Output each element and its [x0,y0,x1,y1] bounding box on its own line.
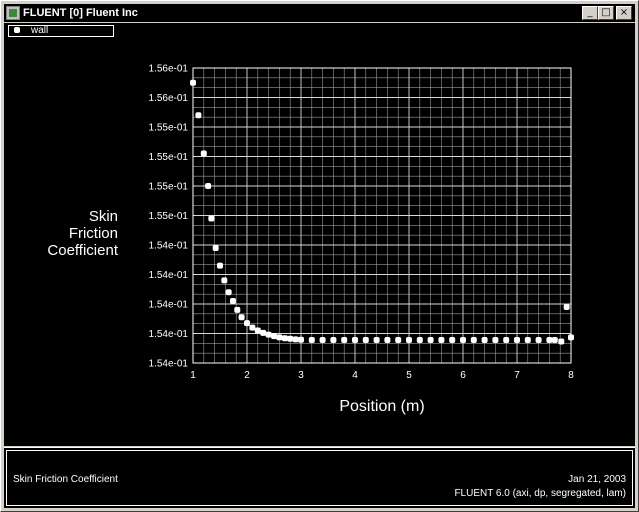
data-point [249,324,256,331]
minimize-button[interactable]: _ [582,6,598,20]
data-point [292,336,299,343]
data-point [319,336,326,343]
data-point [330,336,337,343]
data-point [524,336,531,343]
data-point [244,320,250,327]
y-axis-label: Skin [89,208,118,225]
data-point [208,215,215,222]
y-tick-label: 1.55e-01 [149,152,189,163]
data-point [395,336,402,343]
fluent-app-icon[interactable] [6,6,20,20]
title-bar[interactable]: FLUENT [0] Fluent Inc _ □ × [4,4,635,22]
data-point [460,336,466,343]
y-tick-label: 1.56e-01 [149,64,189,75]
data-point [481,336,488,343]
footer-plot-name: Skin Friction Coefficient [13,474,118,485]
data-point [551,336,558,343]
data-point [271,333,277,340]
x-axis-label: Position (m) [339,398,424,415]
y-tick-label: 1.54e-01 [149,329,189,340]
data-point [406,336,412,343]
data-point [260,329,267,336]
window-title: FLUENT [0] Fluent Inc [23,7,138,19]
x-tick-label: 3 [298,370,304,381]
data-point [535,336,542,343]
data-point [362,336,369,343]
y-tick-label: 1.54e-01 [149,270,189,281]
maximize-button[interactable]: □ [598,6,614,20]
data-point [200,150,207,157]
data-point [514,336,520,343]
data-point [492,336,499,343]
footer-panel: Skin Friction Coefficient Jan 21, 2003 F… [4,447,635,508]
data-point [308,336,315,343]
data-point [416,336,423,343]
data-point [427,336,434,343]
data-point [265,331,272,338]
close-button[interactable]: × [616,6,632,20]
footer-frame: Skin Friction Coefficient Jan 21, 2003 F… [6,450,633,506]
y-axis-label: Coefficient [47,242,118,259]
data-point [229,298,236,305]
data-point [217,262,223,269]
data-point [276,334,283,341]
data-point [384,336,391,343]
window-controls: _ □ × [582,6,632,20]
y-tick-label: 1.54e-01 [149,359,189,370]
x-tick-label: 6 [460,370,466,381]
graphics-display[interactable]: wall 1 2 3 4 5 6 7 8 1.54e-01 1.54e-01 1.54e-01 1.5… [4,23,635,446]
data-point [449,336,456,343]
y-tick-label: 1.55e-01 [149,182,189,193]
data-point [568,334,574,341]
y-tick-label: 1.54e-01 [149,241,189,252]
x-tick-label: 8 [568,370,574,381]
y-tick-label: 1.54e-01 [149,300,189,311]
footer-date: Jan 21, 2003 [568,474,626,485]
x-tick-label: 5 [406,370,412,381]
data-point [373,336,380,343]
data-point [287,335,294,342]
data-point [221,277,228,284]
footer-version: FLUENT 6.0 (axi, dp, segregated, lam) [454,488,626,499]
x-tick-label: 7 [514,370,520,381]
data-point [470,336,477,343]
data-point [238,314,245,321]
data-point [546,336,553,343]
data-point [438,336,445,343]
data-point [281,335,288,342]
data-point [563,303,570,310]
data-point [298,336,304,343]
data-point [352,336,358,343]
y-axis-label: Friction [69,225,118,242]
x-tick-label: 4 [352,370,358,381]
x-tick-label: 1 [190,370,196,381]
data-point [254,327,261,334]
x-tick-label: 2 [244,370,250,381]
y-tick-label: 1.55e-01 [149,123,189,134]
data-point [190,79,196,86]
fluent-window: FLUENT [0] Fluent Inc _ □ × wall 1234567… [0,0,639,512]
data-point [341,336,348,343]
y-tick-label: 1.56e-01 [149,93,189,104]
skin-friction-chart: 1 2 3 4 5 6 7 8 1.54e-01 1.54e-01 1.54e-01 1.54e-01… [47,64,574,416]
data-point [503,336,510,343]
data-point [195,112,202,119]
data-point [212,244,219,251]
data-point [225,289,232,296]
data-point [234,306,241,313]
data-point [205,183,212,189]
data-point [558,338,565,345]
y-tick-label: 1.55e-01 [149,211,189,222]
